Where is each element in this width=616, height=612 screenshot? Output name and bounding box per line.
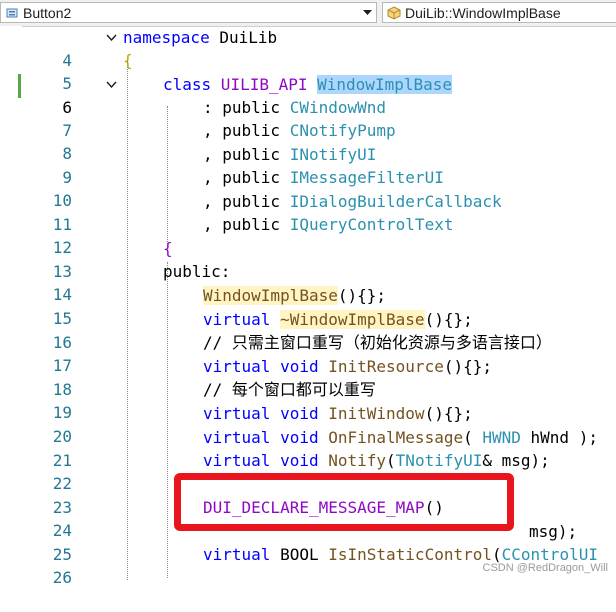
class-name-highlighted: WindowImplBase — [317, 75, 452, 94]
member-scope-dropdown[interactable]: Button2 — [0, 2, 377, 23]
macro-name: UILIB_API — [211, 75, 318, 94]
destructor-name: ~WindowImplBase — [280, 310, 425, 329]
code-line[interactable]: 9 , public INotifyUI — [0, 143, 616, 187]
punctuation: (){}; — [424, 310, 473, 329]
punctuation: (){}; — [424, 404, 473, 423]
inheritance-keyword: , public — [203, 168, 290, 187]
code-line[interactable]: 12 , public IQueryControlText — [0, 213, 616, 257]
base-class-name: CWindowWnd — [289, 98, 387, 117]
function-name: InitWindow — [328, 404, 425, 423]
class-member-icon — [6, 8, 18, 17]
keyword: virtual void — [203, 451, 329, 470]
chevron-down-icon[interactable] — [360, 5, 374, 20]
code-line[interactable]: 10 , public IMessageFilterUI — [0, 166, 616, 210]
fold-chevron-icon[interactable] — [104, 26, 118, 49]
code-line[interactable]: 4 namespace DuiLib — [0, 26, 616, 70]
function-name: IsInStaticControl — [328, 545, 492, 564]
function-name: Notify — [328, 451, 387, 470]
brace: { — [163, 239, 173, 258]
code-line[interactable]: 17 // 只需主窗口重写（初始化资源与多语言接口） — [0, 331, 616, 375]
highlight-annotation-box — [174, 473, 514, 531]
base-class-name: CNotifyPump — [289, 121, 396, 140]
code-line[interactable]: 16 virtual ~WindowImplBase(){}; — [0, 308, 616, 352]
code-line[interactable]: 14 public: — [0, 260, 616, 304]
code-line[interactable]: 11 , public IDialogBuilderCallback — [0, 190, 616, 234]
punctuation: ( — [463, 428, 483, 447]
base-class-name: IQueryControlText — [289, 215, 454, 234]
constructor-name: WindowImplBase — [203, 286, 338, 305]
code-line[interactable]: 22 virtual void Notify(TNotifyUI& msg); — [0, 449, 616, 493]
inheritance-keyword: , public — [203, 215, 290, 234]
type-name: BOOL — [280, 545, 329, 564]
class-scope-label: DuiLib::WindowImplBase — [405, 4, 561, 21]
code-line[interactable]: 21 virtual void OnFinalMessage( HWND hWn… — [0, 426, 616, 470]
base-class-name: INotifyUI — [289, 145, 377, 164]
inheritance-keyword: , public — [203, 192, 290, 211]
inheritance-keyword: , public — [203, 121, 290, 140]
class-icon — [387, 5, 401, 20]
keyword: class — [163, 75, 212, 94]
inheritance-keyword: : public — [203, 98, 290, 117]
access-specifier: public: — [163, 262, 231, 281]
code-line[interactable]: 7 : public CWindowWnd — [0, 96, 616, 140]
fold-chevron-icon[interactable] — [104, 73, 118, 96]
keyword: namespace — [123, 28, 210, 47]
type-name: TNotifyUI — [395, 451, 483, 470]
class-scope-dropdown[interactable]: DuiLib::WindowImplBase — [382, 2, 616, 23]
inheritance-keyword: , public — [203, 145, 290, 164]
parameter: msg); — [529, 522, 578, 541]
member-scope-label: Button2 — [23, 4, 72, 21]
brace: { — [123, 51, 133, 70]
keyword: virtual — [203, 545, 281, 564]
code-line[interactable]: 18 virtual void InitResource(){}; — [0, 355, 616, 399]
keyword: virtual void — [203, 428, 329, 447]
code-line[interactable]: 20 virtual void InitWindow(){}; — [0, 402, 616, 446]
editor-navigation-bar: Button2 DuiLib::WindowImplBase — [0, 0, 616, 27]
function-name: OnFinalMessage — [328, 428, 464, 447]
keyword: virtual void — [203, 404, 329, 423]
keyword: virtual — [203, 310, 281, 329]
code-line[interactable]: 13 { — [0, 237, 616, 281]
code-line[interactable]: 8 , public CNotifyPump — [0, 119, 616, 163]
comment: // 每个窗口都可以重写 — [203, 380, 376, 399]
code-line[interactable]: 15 WindowImplBase(){}; — [0, 284, 616, 328]
comment: // 只需主窗口重写（初始化资源与多语言接口） — [203, 333, 552, 352]
code-line[interactable]: 5 { — [0, 49, 616, 93]
punctuation: (){}; — [443, 357, 492, 376]
code-line[interactable]: 19 // 每个窗口都可以重写 — [0, 378, 616, 422]
punctuation: ( — [386, 451, 396, 470]
base-class-name: IMessageFilterUI — [289, 168, 444, 187]
type-name: HWND — [482, 428, 521, 447]
keyword: virtual void — [203, 357, 329, 376]
function-name: InitResource — [328, 357, 444, 376]
punctuation: (){}; — [337, 286, 387, 305]
namespace-name: DuiLib — [209, 28, 278, 47]
code-line-current[interactable]: 6 class UILIB_API WindowImplBase — [0, 73, 616, 117]
base-class-name: IDialogBuilderCallback — [289, 192, 502, 211]
parameter: & msg); — [482, 451, 550, 470]
watermark: CSDN @RedDragon_Will — [482, 562, 608, 574]
parameter: hWnd ); — [520, 428, 598, 447]
